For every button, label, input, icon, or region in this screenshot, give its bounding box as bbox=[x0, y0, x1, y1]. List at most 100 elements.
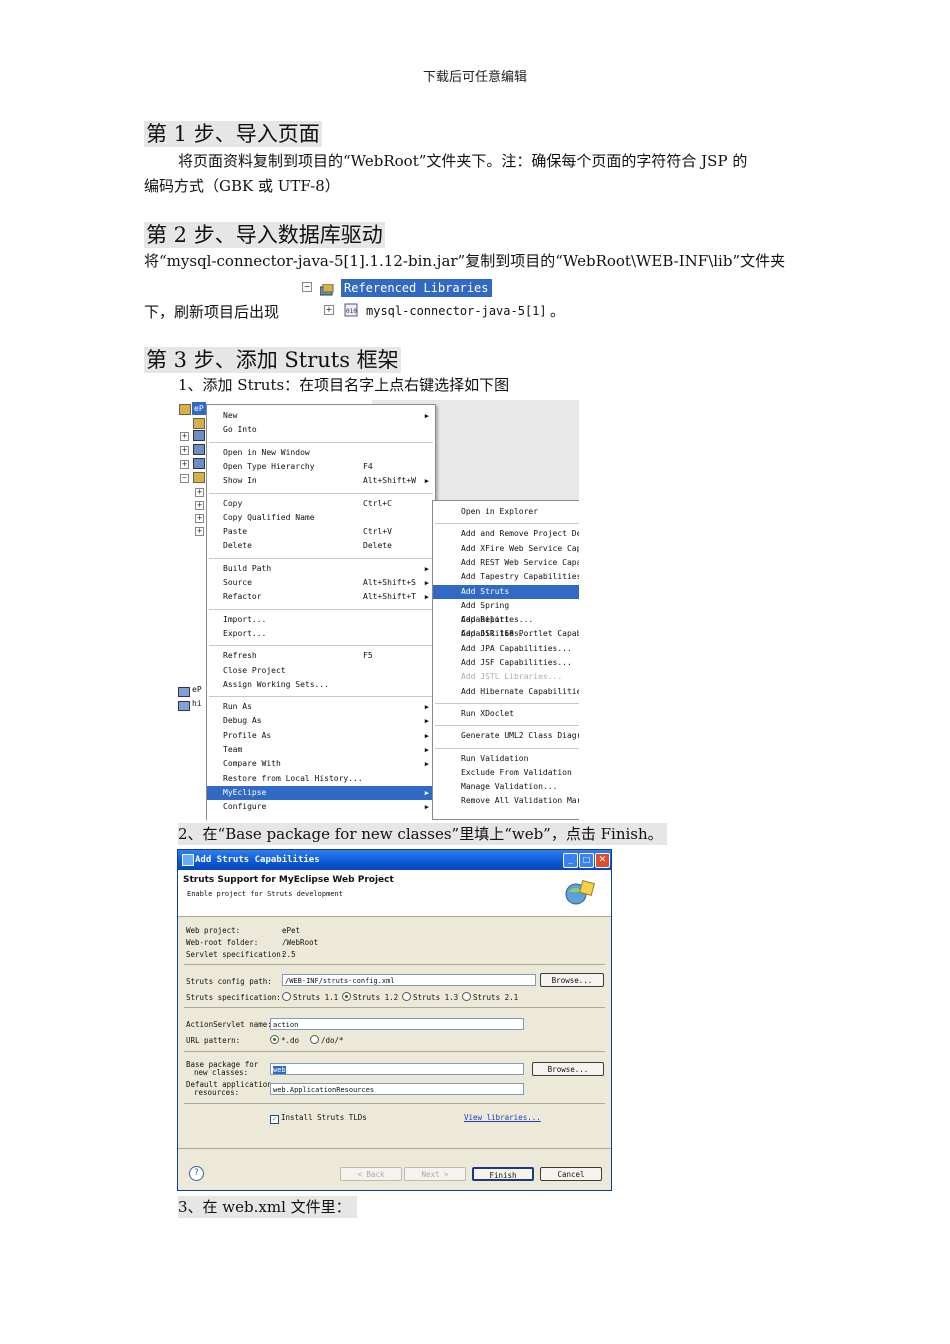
menu-item-label: Export... bbox=[223, 628, 267, 638]
menu-item-open-type-hierarchy[interactable]: Open Type Hierarchy F4 bbox=[207, 460, 435, 474]
jar-label[interactable]: mysql-connector-java-5[1] bbox=[366, 302, 547, 320]
menu-shortcut: Ctrl+V bbox=[363, 527, 392, 537]
collapse-toggle-icon[interactable]: − bbox=[180, 474, 189, 483]
install-tlds-checkbox[interactable]: ✓ Install Struts TLDs bbox=[270, 1113, 367, 1124]
menu-item-source[interactable]: Source Alt+Shift+S ▶ bbox=[207, 576, 435, 590]
collapse-toggle-icon[interactable]: − bbox=[302, 282, 312, 292]
menu-item-delete[interactable]: Delete Delete bbox=[207, 539, 435, 553]
next-button[interactable]: Next > bbox=[404, 1167, 466, 1181]
struts-wizard-icon bbox=[563, 876, 595, 910]
menu-item-myeclipse[interactable]: MyEclipse ▶ bbox=[207, 785, 435, 801]
menu-item-exclude-from-validation[interactable]: Exclude From Validation bbox=[433, 766, 579, 780]
help-icon[interactable]: ? bbox=[189, 1166, 204, 1181]
divider bbox=[184, 1007, 605, 1008]
base-package-input[interactable]: web bbox=[270, 1063, 524, 1075]
expand-toggle-icon[interactable]: + bbox=[324, 305, 334, 315]
submenu-arrow-icon: ▶ bbox=[424, 717, 429, 726]
config-path-input[interactable]: /WEB-INF/struts-config.xml bbox=[282, 974, 536, 986]
menu-item-paste[interactable]: Paste Ctrl+V bbox=[207, 525, 435, 539]
menu-item-generate-uml2-class-diagr[interactable]: Generate UML2 Class Diagr bbox=[433, 729, 579, 743]
menu-item-close-project[interactable]: Close Project bbox=[207, 664, 435, 678]
menu-item-add-rest-web-service-capa[interactable]: Add REST Web Service Capa bbox=[433, 556, 579, 570]
menu-item-label: Generate UML2 Class Diagr bbox=[461, 731, 579, 741]
menu-item-run-as[interactable]: Run As ▶ bbox=[207, 700, 435, 714]
menu-item-configure[interactable]: Configure ▶ bbox=[207, 800, 435, 814]
menu-item-profile-as[interactable]: Profile As ▶ bbox=[207, 729, 435, 743]
referenced-libraries-label[interactable]: Referenced Libraries bbox=[341, 279, 492, 297]
expand-toggle-icon[interactable]: + bbox=[180, 446, 189, 455]
browse-config-button[interactable]: Browse... bbox=[540, 973, 604, 987]
url-option-do[interactable]: *.do bbox=[270, 1035, 299, 1045]
menu-item-compare-with[interactable]: Compare With ▶ bbox=[207, 757, 435, 771]
menu-separator bbox=[435, 747, 579, 749]
menu-item-run-validation[interactable]: Run Validation bbox=[433, 752, 579, 766]
menu-item-add-jsr-168-portlet-capab[interactable]: Add JSR 168 Portlet Capab bbox=[433, 627, 579, 641]
menu-item-team[interactable]: Team ▶ bbox=[207, 743, 435, 757]
menu-item-show-in[interactable]: Show In Alt+Shift+W ▶ bbox=[207, 474, 435, 488]
menu-item-add-jstl-libraries[interactable]: Add JSTL Libraries... bbox=[433, 670, 579, 684]
minimize-icon[interactable]: _ bbox=[563, 853, 578, 868]
expand-toggle-icon[interactable]: + bbox=[195, 501, 204, 510]
cancel-button[interactable]: Cancel bbox=[540, 1167, 602, 1181]
menu-item-open-in-new-window[interactable]: Open in New Window bbox=[207, 446, 435, 460]
menu-item-add-and-remove-project-de[interactable]: Add and Remove Project De bbox=[433, 527, 579, 541]
menu-item-add-spring-capabilities[interactable]: Add Spring Capabilities... bbox=[433, 599, 579, 624]
menu-item-export[interactable]: Export... bbox=[207, 627, 435, 641]
step1-line1: 将页面资料复制到项目的“WebRoot”文件夹下。注：确保每个页面的字符符合 J… bbox=[178, 152, 748, 170]
menu-item-import[interactable]: Import... bbox=[207, 613, 435, 627]
expand-toggle-icon[interactable]: + bbox=[195, 514, 204, 523]
menu-item-add-jsf-capabilities[interactable]: Add JSF Capabilities... bbox=[433, 656, 579, 670]
web-project-label: Web project: bbox=[186, 926, 241, 935]
action-servlet-input[interactable]: action bbox=[270, 1018, 524, 1030]
menu-item-restore-from-local-history[interactable]: Restore from Local History... bbox=[207, 772, 435, 786]
divider bbox=[184, 1051, 605, 1052]
menu-item-debug-as[interactable]: Debug As ▶ bbox=[207, 714, 435, 728]
menu-item-label: Refresh bbox=[223, 651, 257, 661]
maximize-icon[interactable]: □ bbox=[579, 853, 594, 868]
menu-item-add-report-capabilities[interactable]: Add Report Capabilities... bbox=[433, 613, 579, 638]
checkmark-icon: ✓ bbox=[270, 1115, 279, 1124]
menu-item-add-jpa-capabilities[interactable]: Add JPA Capabilities... bbox=[433, 642, 579, 656]
menu-item-add-struts-capabilities[interactable]: Add Struts Capabilities... bbox=[433, 584, 579, 610]
browse-package-button[interactable]: Browse... bbox=[532, 1062, 604, 1076]
expand-toggle-icon[interactable]: + bbox=[180, 432, 189, 441]
menu-item-run-xdoclet[interactable]: Run XDoclet bbox=[433, 707, 579, 721]
close-icon[interactable]: ✕ bbox=[595, 853, 610, 868]
menu-item-open-in-explorer[interactable]: Open in Explorer bbox=[433, 505, 579, 519]
project-name-label[interactable]: eP bbox=[192, 402, 206, 415]
expand-toggle-icon[interactable]: + bbox=[195, 527, 204, 536]
menu-item-copy[interactable]: Copy Ctrl+C bbox=[207, 497, 435, 511]
expand-toggle-icon[interactable]: + bbox=[180, 460, 189, 469]
spec-option-21[interactable]: Struts 2.1 bbox=[462, 992, 518, 1002]
expand-toggle-icon[interactable]: + bbox=[195, 488, 204, 497]
menu-item-assign-working-sets[interactable]: Assign Working Sets... bbox=[207, 678, 435, 692]
explorer-item-label[interactable]: hi bbox=[192, 699, 202, 708]
menu-item-add-hibernate-capabilitie[interactable]: Add Hibernate Capabilitie bbox=[433, 685, 579, 699]
dialog-heading: Struts Support for MyEclipse Web Project bbox=[183, 875, 394, 885]
project-node[interactable]: eP bbox=[177, 402, 207, 416]
menu-item-add-tapestry-capabilities[interactable]: Add Tapestry Capabilities bbox=[433, 570, 579, 584]
step3-title: 第 3 步、添加 Struts 框架 bbox=[144, 347, 401, 373]
menu-item-build-path[interactable]: Build Path ▶ bbox=[207, 562, 435, 576]
explorer-item-label[interactable]: eP bbox=[192, 685, 202, 694]
menu-item-label: Delete bbox=[223, 541, 252, 551]
finish-button[interactable]: Finish bbox=[472, 1167, 534, 1181]
menu-item-refactor[interactable]: Refactor Alt+Shift+T ▶ bbox=[207, 590, 435, 604]
menu-item-remove-all-validation-mar[interactable]: Remove All Validation Mar bbox=[433, 794, 579, 808]
menu-item-add-xfire-web-service-cap[interactable]: Add XFire Web Service Cap bbox=[433, 542, 579, 556]
default-resources-input[interactable]: web.ApplicationResources bbox=[270, 1083, 524, 1095]
view-libraries-link[interactable]: View libraries... bbox=[464, 1113, 541, 1122]
menu-item-go-into[interactable]: Go Into bbox=[207, 423, 435, 437]
spec-option-12[interactable]: Struts 1.2 bbox=[342, 992, 398, 1002]
back-button[interactable]: < Back bbox=[340, 1167, 402, 1181]
menu-item-manage-validation[interactable]: Manage Validation... bbox=[433, 780, 579, 794]
spec-option-13[interactable]: Struts 1.3 bbox=[402, 992, 458, 1002]
menu-item-label: New bbox=[223, 411, 238, 420]
menu-item-new[interactable]: New ▶ bbox=[207, 409, 435, 423]
app-icon bbox=[182, 854, 194, 866]
menu-item-copy-qualified-name[interactable]: Copy Qualified Name bbox=[207, 511, 435, 525]
base-package-label: Base package for new classes: bbox=[186, 1060, 259, 1077]
spec-option-11[interactable]: Struts 1.1 bbox=[282, 992, 338, 1002]
menu-item-refresh[interactable]: Refresh F5 bbox=[207, 649, 435, 663]
url-option-path[interactable]: /do/* bbox=[310, 1035, 344, 1045]
